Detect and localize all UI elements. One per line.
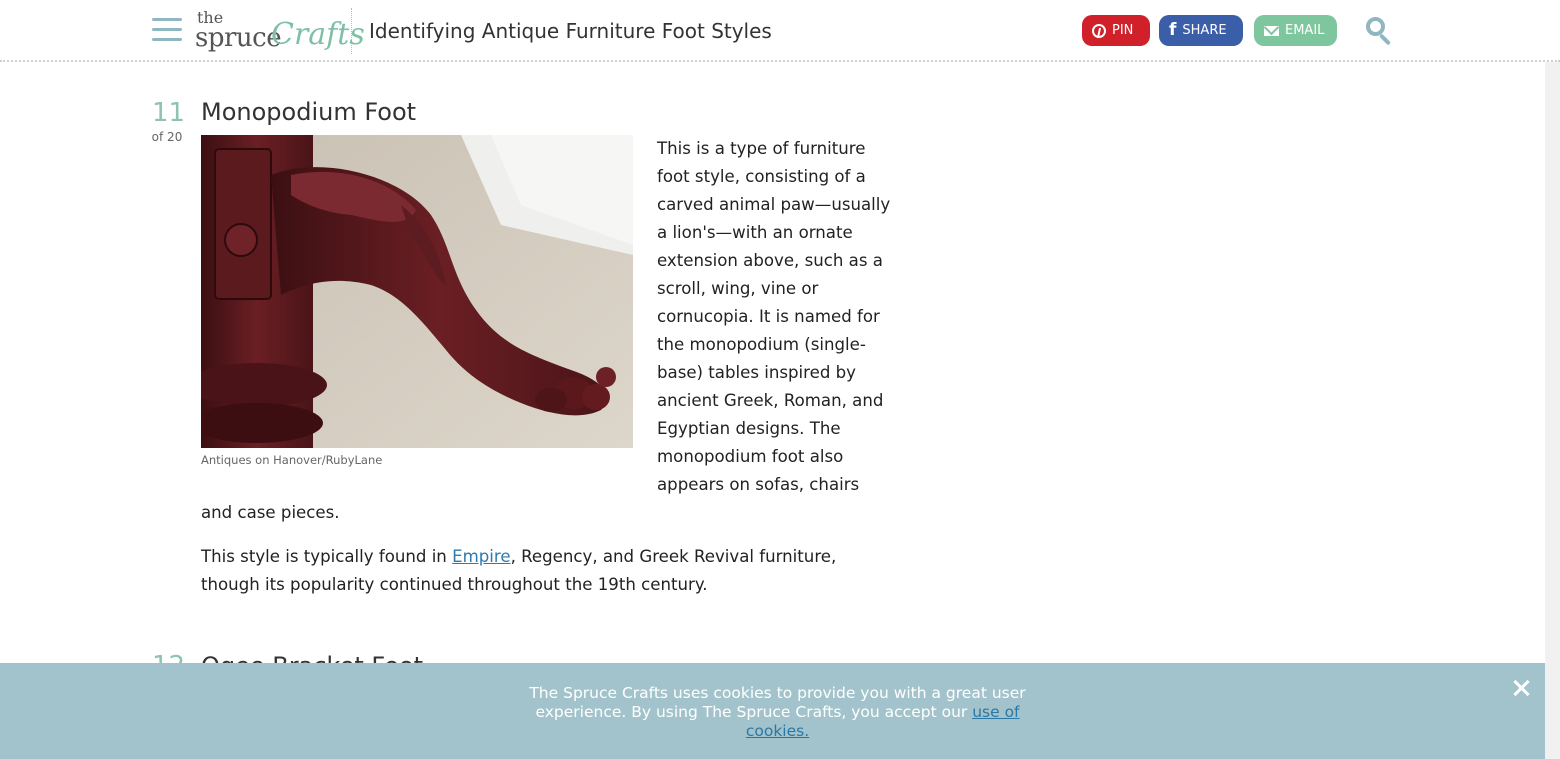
pinterest-icon xyxy=(1092,23,1106,38)
site-logo[interactable]: the spruce Crafts xyxy=(195,8,365,54)
step-paragraph-2: This style is typically found in Empire,… xyxy=(201,543,895,599)
close-icon[interactable] xyxy=(1510,677,1532,699)
step-title: Monopodium Foot xyxy=(201,98,417,126)
menu-icon[interactable] xyxy=(152,18,182,42)
step-photo[interactable] xyxy=(201,135,633,448)
email-button[interactable]: EMAIL xyxy=(1254,15,1337,46)
step-figure: Antiques on Hanover/RubyLane xyxy=(201,135,633,467)
monopodium-foot-photo xyxy=(201,135,633,448)
logo-spruce: spruce xyxy=(195,23,282,53)
site-header: the spruce Crafts Identifying Antique Fu… xyxy=(0,0,1560,62)
photo-caption: Antiques on Hanover/RubyLane xyxy=(201,453,383,467)
facebook-share-button[interactable]: f SHARE xyxy=(1159,15,1243,46)
cookie-message: The Spruce Crafts uses cookies to provid… xyxy=(510,684,1045,741)
share-label: SHARE xyxy=(1182,23,1227,38)
email-label: EMAIL xyxy=(1285,23,1325,38)
facebook-icon: f xyxy=(1169,20,1177,40)
header-title: Identifying Antique Furniture Foot Style… xyxy=(369,19,772,43)
pin-label: PIN xyxy=(1112,23,1134,38)
step-number: 11 xyxy=(152,98,186,128)
paragraph-2-text-start: This style is typically found in xyxy=(201,547,453,566)
empire-link[interactable]: Empire xyxy=(452,547,510,566)
email-icon xyxy=(1264,25,1279,36)
cookie-banner: The Spruce Crafts uses cookies to provid… xyxy=(0,663,1545,759)
logo-crafts: Crafts xyxy=(271,17,365,52)
step-of-total: of 20 xyxy=(151,130,183,144)
search-icon[interactable] xyxy=(1365,16,1395,46)
cookie-text: The Spruce Crafts uses cookies to provid… xyxy=(529,684,1026,721)
scrollbar[interactable] xyxy=(1545,0,1560,759)
pin-button[interactable]: PIN xyxy=(1082,15,1150,46)
step-body: Antiques on Hanover/RubyLane This is a t… xyxy=(201,135,895,615)
